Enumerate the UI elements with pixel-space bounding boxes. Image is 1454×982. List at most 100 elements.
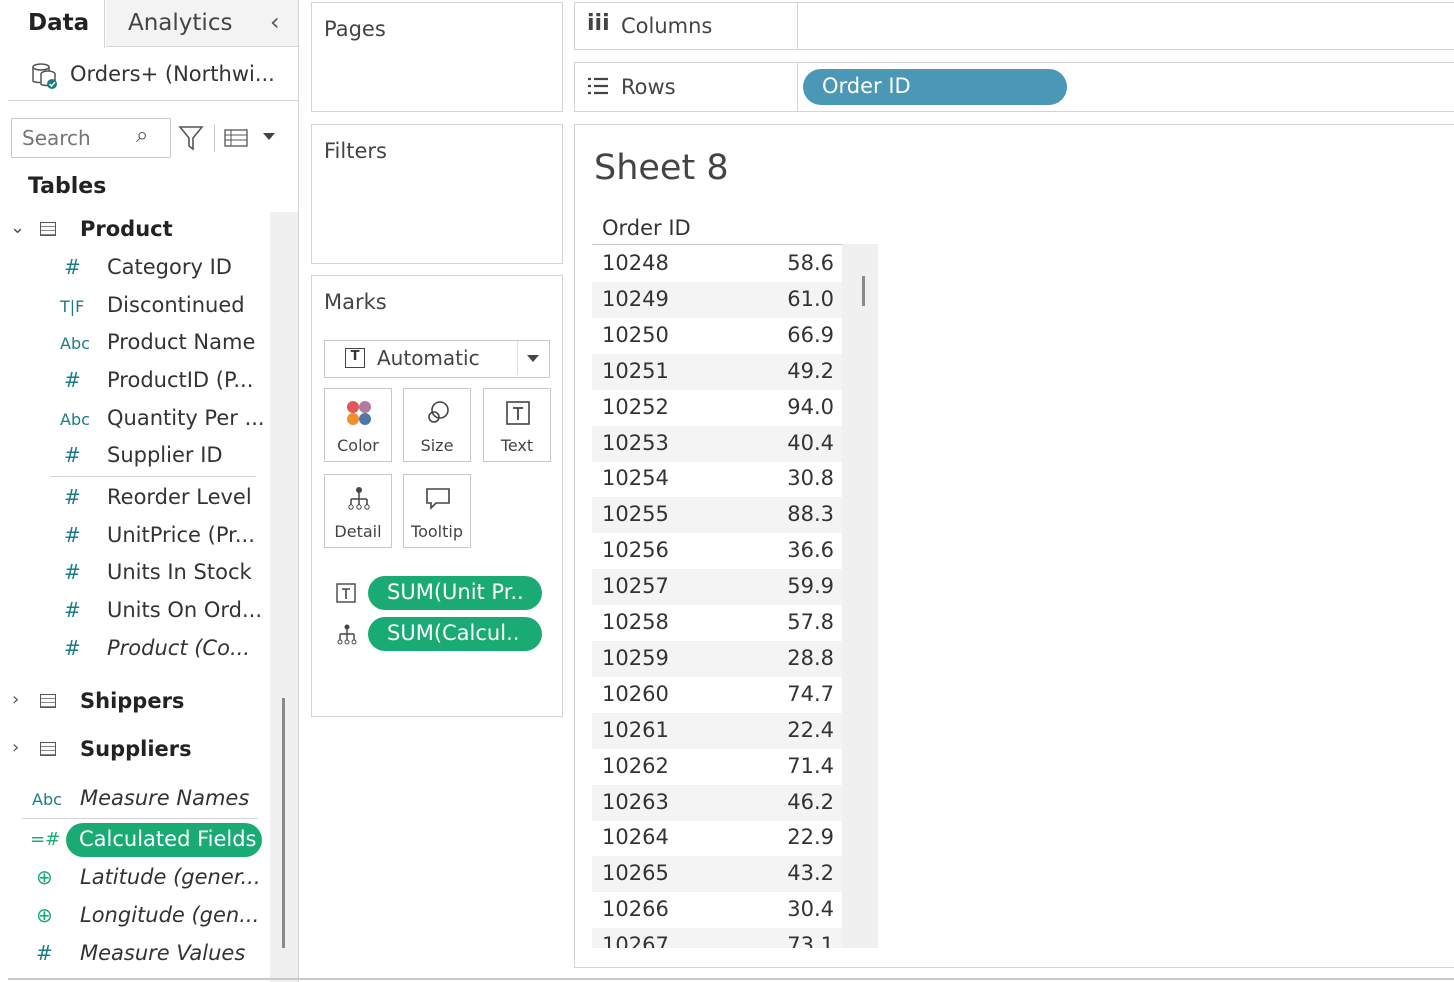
- tab-analytics[interactable]: Analytics ‹: [106, 0, 298, 47]
- globe-icon: ⊕: [36, 865, 53, 889]
- table-row[interactable]: 10256 36.6: [592, 533, 842, 569]
- field-item[interactable]: # Units In Stock: [8, 556, 270, 590]
- columns-shelf[interactable]: iii Columns: [574, 2, 1454, 50]
- table-row[interactable]: 10259 28.8: [592, 640, 842, 677]
- number-type-icon: #: [64, 443, 81, 467]
- detail-button[interactable]: Detail: [324, 474, 392, 548]
- field-item[interactable]: Abc Measure Names: [8, 782, 270, 816]
- collapse-chevron-icon[interactable]: ‹: [270, 8, 280, 36]
- table-row[interactable]: 10253 40.4: [592, 425, 842, 462]
- table-row[interactable]: 10248 58.6: [592, 246, 842, 282]
- pages-shelf[interactable]: Pages: [311, 2, 563, 112]
- order-id-cell: 10256: [602, 538, 669, 563]
- datasource-item[interactable]: Orders+ (Northwi...: [8, 50, 298, 101]
- table-icon: [40, 694, 56, 708]
- table-row[interactable]: 10263 46.2: [592, 784, 842, 821]
- field-item[interactable]: # Product (Co...: [8, 632, 270, 666]
- value-cell: 46.2: [787, 789, 834, 814]
- mark-type-dropdown[interactable]: T Automatic: [324, 340, 550, 378]
- field-item[interactable]: ⊕ Longitude (gen...: [8, 899, 270, 933]
- field-item[interactable]: Abc Product Name: [8, 326, 270, 360]
- size-button[interactable]: Size: [403, 388, 471, 462]
- order-id-cell: 10260: [602, 681, 669, 706]
- datasource-label: Orders+ (Northwi...: [70, 62, 275, 86]
- value-cell: 22.9: [787, 825, 834, 850]
- rows-shelf[interactable]: Rows Order ID: [574, 62, 1454, 112]
- datasource-icon: [32, 63, 57, 89]
- chevron-down-icon[interactable]: [262, 132, 276, 142]
- search-input[interactable]: [20, 125, 134, 151]
- table-row[interactable]: 10266 30.4: [592, 892, 842, 928]
- order-id-cell: 10264: [602, 825, 669, 850]
- field-item[interactable]: # Supplier ID: [8, 439, 270, 473]
- table-row[interactable]: 10258 57.8: [592, 605, 842, 641]
- field-item[interactable]: ⊕ Latitude (gener...: [8, 861, 270, 895]
- field-item[interactable]: # Measure Values: [8, 937, 270, 971]
- bottom-border: [8, 978, 1454, 980]
- chevron-down-icon[interactable]: ⌄: [10, 217, 25, 238]
- filters-shelf[interactable]: Filters: [311, 124, 563, 264]
- order-id-cell: 10251: [602, 358, 669, 383]
- table-row[interactable]: 10254 30.8: [592, 461, 842, 497]
- field-item[interactable]: # Units On Ord...: [8, 594, 270, 628]
- boolean-type-icon: T|F: [60, 297, 85, 316]
- table-row[interactable]: 10262 71.4: [592, 749, 842, 785]
- chevron-right-icon[interactable]: ›: [12, 737, 19, 758]
- filter-icon[interactable]: [178, 124, 204, 152]
- chevron-right-icon[interactable]: ›: [12, 689, 19, 710]
- field-divider: [50, 476, 256, 477]
- table-row[interactable]: 10265 43.2: [592, 856, 842, 893]
- field-item-calculated[interactable]: =# Calculated Fields: [8, 823, 270, 857]
- number-type-icon: #: [64, 368, 81, 392]
- table-scrollbar-track[interactable]: [842, 244, 878, 948]
- tab-data[interactable]: Data: [8, 0, 105, 48]
- string-type-icon: Abc: [32, 790, 62, 809]
- view-list-icon[interactable]: [224, 128, 248, 148]
- order-id-cell: 10254: [602, 466, 669, 491]
- table-row[interactable]: 10261 22.4: [592, 712, 842, 749]
- table-suppliers[interactable]: › Suppliers: [8, 733, 270, 767]
- tooltip-button[interactable]: Tooltip: [403, 474, 471, 548]
- text-button[interactable]: Text: [483, 388, 551, 462]
- mark-pill-unit-price[interactable]: SUM(Unit Pr..: [368, 576, 542, 610]
- pane-divider: [298, 0, 299, 982]
- order-id-cell: 10248: [602, 251, 669, 275]
- value-cell: 57.8: [787, 610, 834, 634]
- calculated-fields-pill[interactable]: Calculated Fields: [66, 823, 262, 857]
- search-icon: ⌕: [136, 123, 149, 148]
- string-type-icon: Abc: [60, 334, 90, 353]
- field-item[interactable]: # Reorder Level: [8, 481, 270, 515]
- table-icon: [40, 742, 56, 756]
- column-header-order-id[interactable]: Order ID: [602, 216, 691, 240]
- calculated-number-icon: =#: [30, 829, 61, 850]
- size-icon: [428, 401, 449, 423]
- field-item[interactable]: # Category ID: [8, 251, 270, 285]
- table-scrollbar-thumb[interactable]: [862, 276, 865, 306]
- table-product[interactable]: ⌄ Product: [8, 213, 270, 247]
- table-row[interactable]: 10264 22.9: [592, 820, 842, 856]
- field-item[interactable]: # ProductID (P...: [8, 364, 270, 398]
- scrollbar-thumb[interactable]: [282, 698, 285, 948]
- mark-pill-calculation[interactable]: SUM(Calcul..: [368, 617, 542, 651]
- table-row[interactable]: 10251 49.2: [592, 353, 842, 390]
- table-icon: [40, 222, 56, 236]
- field-item[interactable]: Abc Quantity Per ...: [8, 402, 270, 436]
- rows-icon: [588, 77, 608, 95]
- detail-icon: [348, 487, 370, 510]
- table-row[interactable]: 10260 74.7: [592, 677, 842, 713]
- table-row[interactable]: 10249 61.0: [592, 281, 842, 318]
- field-item[interactable]: # UnitPrice (Pr...: [8, 519, 270, 553]
- rows-pill-order-id[interactable]: Order ID: [803, 69, 1067, 105]
- table-row[interactable]: 10257 59.9: [592, 569, 842, 606]
- search-box[interactable]: ⌕: [11, 118, 171, 158]
- table-shippers[interactable]: › Shippers: [8, 685, 270, 719]
- order-id-cell: 10265: [602, 861, 669, 886]
- table-row[interactable]: 10250 66.9: [592, 318, 842, 354]
- color-button[interactable]: Color: [324, 388, 392, 462]
- table-row[interactable]: 10252 94.0: [592, 390, 842, 426]
- table-row[interactable]: 10255 88.3: [592, 497, 842, 534]
- order-id-cell: 10262: [602, 753, 669, 778]
- globe-icon: ⊕: [36, 903, 53, 927]
- field-item[interactable]: T|F Discontinued: [8, 289, 270, 323]
- value-cell: 36.6: [787, 538, 834, 563]
